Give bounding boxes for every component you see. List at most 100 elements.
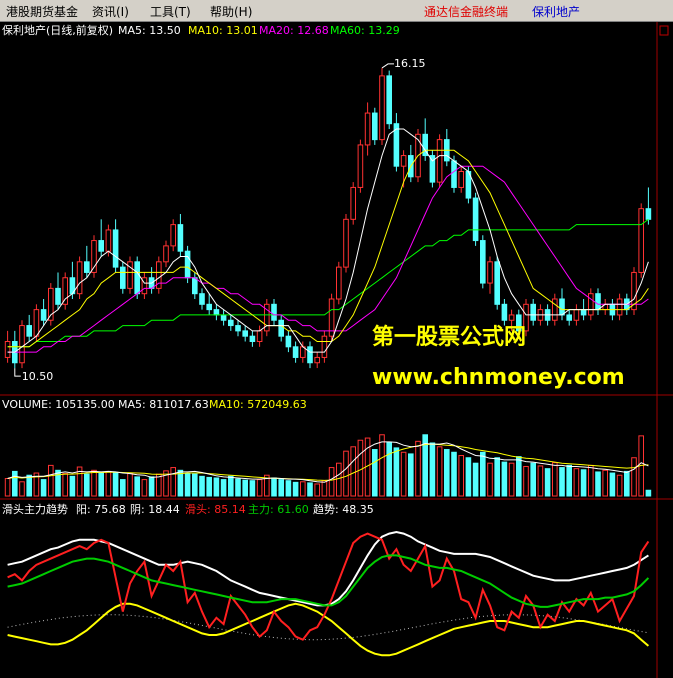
candle-down: [192, 277, 198, 295]
candle-up: [588, 293, 594, 316]
volume-bar-down: [530, 462, 537, 497]
volume-bar-down: [544, 468, 551, 497]
candle-up: [62, 277, 69, 305]
volume-bar-up: [170, 467, 176, 497]
indicator-huatou-label: 滑头: 85.14: [185, 503, 246, 516]
volume-bar-down: [199, 475, 205, 497]
volume-bar-down: [98, 472, 105, 497]
candle-down: [307, 346, 313, 364]
volume-bar-up: [321, 480, 328, 497]
stock-name-link[interactable]: 保利地产: [532, 3, 580, 20]
volume-bar-down: [408, 453, 414, 497]
high-price-label: 16.15: [394, 57, 426, 70]
candle-up: [350, 186, 356, 220]
candle-up: [314, 356, 320, 364]
candle-up: [19, 325, 25, 364]
volume-bar-down: [278, 479, 284, 497]
volume-bar-down: [249, 480, 256, 497]
candle-down: [278, 319, 284, 337]
volume-bar-down: [206, 476, 212, 497]
candle-down: [220, 314, 227, 321]
volume-bar-down: [26, 474, 32, 497]
volume-bar-up: [19, 481, 25, 497]
stock-chart[interactable]: 16.15 10.50 保利地产(日线,前复权) MA5: 13.50 MA10:…: [0, 22, 673, 678]
candle-up: [256, 330, 263, 342]
volume-bar-up: [48, 464, 54, 497]
candle-up: [336, 266, 342, 300]
indicator-yang-label: 阳: 75.68: [76, 503, 126, 516]
volume-bar-down: [559, 467, 565, 497]
volume-bar-down: [12, 470, 18, 497]
volume-bar-up: [336, 462, 342, 497]
candle-up: [508, 314, 515, 321]
volume-bar-down: [444, 449, 450, 497]
indicator-zhuli-label: 主力: 61.60: [248, 503, 309, 516]
volume-bar-down: [566, 464, 573, 497]
volume-bar-down: [242, 479, 248, 497]
candle-down: [501, 303, 508, 321]
volume-bar-up: [357, 439, 364, 497]
volume-bar-down: [386, 441, 392, 497]
volume-bar-up: [523, 465, 529, 497]
candle-down: [292, 346, 299, 358]
client-name-link[interactable]: 通达信金融终端: [424, 3, 508, 20]
candle-down: [249, 335, 256, 342]
candle-up: [33, 309, 40, 337]
volume-bar-down: [372, 449, 378, 497]
volume-bar-down: [307, 482, 313, 497]
volume-bar-down: [134, 476, 140, 497]
volume-bar-up: [602, 469, 609, 497]
volume-bar-up: [314, 483, 320, 497]
volume-bar-down: [472, 462, 479, 497]
candle-up: [343, 218, 349, 268]
volume-bar-down: [40, 479, 47, 497]
candle-down: [98, 240, 105, 252]
volume-bar-up: [141, 479, 148, 497]
menu-info[interactable]: 资讯(I): [92, 3, 129, 20]
volume-bar-down: [501, 461, 508, 497]
candle-up: [4, 341, 11, 358]
volume-bar-down: [624, 470, 630, 497]
volume-bar-down: [465, 457, 472, 497]
menu-hk-futures-funds[interactable]: 港股期货基金: [6, 3, 78, 20]
candle-down: [372, 112, 378, 141]
price-panel-title: 保利地产(日线,前复权): [2, 23, 113, 37]
volume-bar-up: [91, 469, 97, 497]
volume-bar-up: [552, 462, 558, 497]
indicator-name: 滑头主力趋势: [2, 503, 68, 516]
low-price-label: 10.50: [22, 370, 54, 383]
candle-down: [480, 240, 486, 284]
menu-tools[interactable]: 工具(T): [150, 3, 191, 20]
candle-down: [134, 261, 140, 295]
candle-down: [228, 319, 234, 327]
indicator-yin-label: 阴: 18.44: [130, 503, 180, 516]
candle-up: [616, 298, 623, 316]
volume-bar-down: [228, 475, 234, 497]
candle-up: [436, 139, 443, 183]
volume-bar-up: [300, 481, 306, 497]
candle-down: [206, 303, 212, 311]
candle-down: [26, 325, 32, 337]
candle-down: [559, 298, 565, 316]
volume-bar-down: [184, 473, 191, 497]
volume-ma5-label: MA5: 811017.63: [118, 398, 209, 411]
volume-ma10-label: MA10: 572049.63: [209, 398, 307, 411]
candle-up: [400, 155, 407, 167]
ma5-price-label: MA5: 13.50: [118, 24, 181, 37]
candle-down: [177, 224, 184, 252]
candle-down: [451, 160, 457, 188]
candle-up: [552, 298, 558, 321]
volume-bar-up: [588, 464, 594, 497]
volume-bar-up: [256, 479, 263, 497]
ma60-price-label: MA60: 13.29: [330, 24, 400, 37]
volume-bar-up: [508, 462, 515, 497]
volume-bar-up: [62, 473, 69, 497]
ma20-price-label: MA20: 12.68: [259, 24, 329, 37]
volume-bar-down: [112, 471, 119, 497]
volume-bar-down: [580, 469, 587, 497]
volume-bar-down: [516, 456, 522, 497]
watermark-title: 第一股票公式网: [372, 324, 526, 350]
candle-down: [595, 293, 601, 311]
candle-up: [357, 144, 364, 188]
menu-help[interactable]: 帮助(H): [210, 3, 252, 20]
